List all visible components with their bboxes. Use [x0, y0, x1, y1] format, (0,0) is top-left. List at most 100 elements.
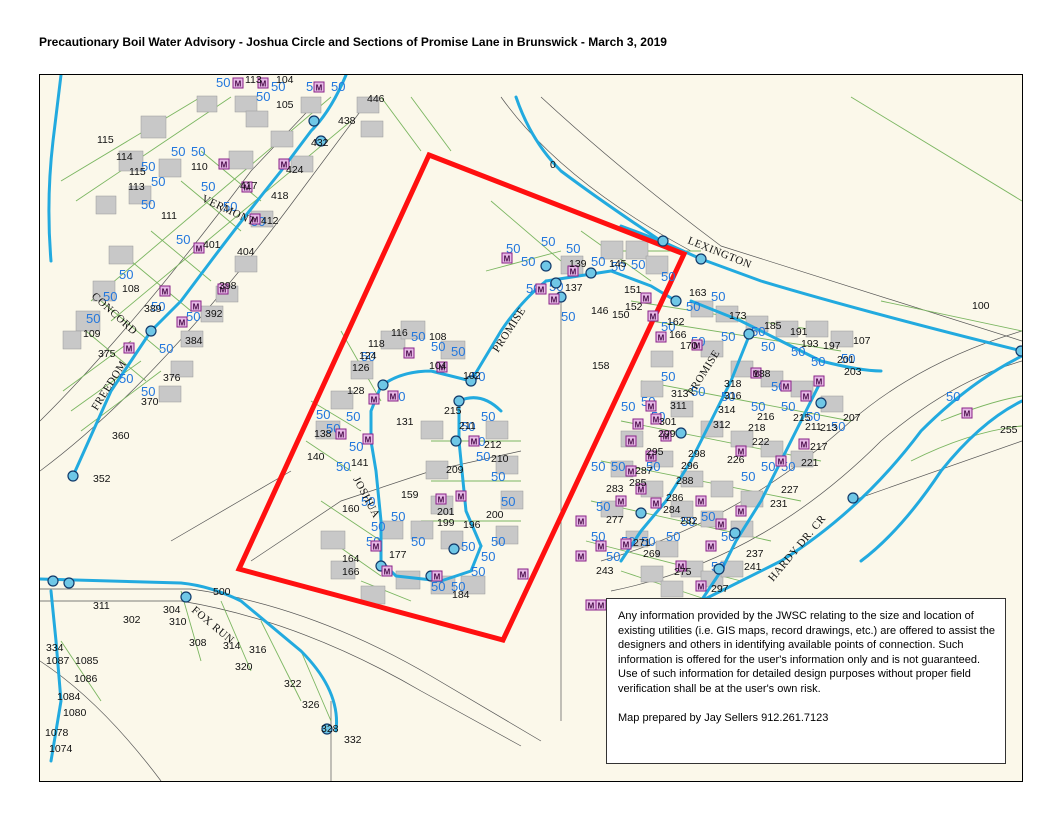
parcel-number: 320	[235, 661, 253, 673]
parcel-number: 124	[359, 350, 377, 362]
meter-icon: M	[362, 433, 374, 445]
pipe-size-label: 50	[191, 144, 205, 159]
building	[140, 115, 167, 139]
parcel-number: 352	[93, 473, 111, 485]
svg-text:M: M	[635, 421, 642, 430]
parcel-number: 1080	[63, 707, 87, 719]
pipe-size-label: 50	[761, 339, 775, 354]
pipe-size-label: 50	[811, 354, 825, 369]
svg-text:M: M	[658, 334, 665, 343]
pipe-size-label: 50	[119, 267, 133, 282]
meter-icon: M	[517, 568, 529, 580]
building	[300, 96, 322, 114]
meter-icon: M	[585, 599, 597, 611]
parcel-number: 231	[770, 498, 788, 510]
meter-icon: M	[645, 400, 657, 412]
pipe-size-label: 50	[176, 232, 190, 247]
parcel-number: 438	[338, 115, 356, 127]
meter-icon: M	[535, 283, 547, 295]
svg-text:M: M	[338, 431, 345, 440]
svg-text:M: M	[816, 378, 823, 387]
parcel-number: 295	[646, 446, 664, 458]
pipe-size-label: 50	[476, 449, 490, 464]
meter-icon: M	[813, 375, 825, 387]
meter-icon: M	[123, 342, 135, 354]
svg-text:M: M	[390, 393, 397, 402]
pipe-size-label: 50	[141, 197, 155, 212]
building	[360, 120, 384, 138]
building	[196, 95, 218, 113]
parcel-number: 102	[463, 370, 481, 382]
svg-text:M: M	[434, 573, 441, 582]
pipe-size-label: 50	[631, 257, 645, 272]
parcel-number: 115	[129, 166, 146, 178]
building	[805, 320, 829, 338]
pipe-size-label: 50	[541, 234, 555, 249]
valve-icon	[743, 328, 755, 340]
building	[710, 480, 734, 498]
svg-text:M: M	[628, 438, 635, 447]
svg-text:M: M	[598, 602, 605, 611]
building	[234, 95, 258, 113]
meter-icon: M	[735, 505, 747, 517]
svg-text:M: M	[738, 508, 745, 517]
parcel-number: 299	[658, 428, 676, 440]
parcel-number: 283	[606, 483, 624, 495]
parcel-number: 286	[666, 492, 684, 504]
parcel-number: 255	[1000, 424, 1018, 436]
parcel-number: 285	[629, 477, 647, 489]
meter-icon: M	[647, 310, 659, 322]
parcel-number: 221	[801, 457, 819, 469]
meter-icon: M	[381, 565, 393, 577]
meter-icon: M	[575, 515, 587, 527]
pipe-size-label: 50	[666, 529, 680, 544]
parcel-number: 114	[116, 151, 133, 163]
meter-icon: M	[190, 300, 202, 312]
parcel-number: 288	[676, 475, 694, 487]
parcel-number: 196	[463, 519, 481, 531]
parcel-number: 237	[746, 548, 764, 560]
valve-icon	[47, 575, 59, 587]
meter-icon: M	[800, 390, 812, 402]
parcel-number: 211	[459, 420, 476, 432]
svg-text:M: M	[406, 350, 413, 359]
valve-icon	[635, 507, 647, 519]
svg-text:M: M	[471, 438, 478, 447]
parcel-number: 140	[307, 451, 325, 463]
parcel-number: 322	[284, 678, 302, 690]
pipe-size-label: 50	[316, 407, 330, 422]
parcel-number: 212	[484, 439, 502, 451]
pipe-size-label: 50	[391, 509, 405, 524]
parcel-number: 108	[122, 283, 140, 295]
parcel-number: 316	[724, 390, 742, 402]
parcel-number: 193	[801, 338, 819, 350]
parcel-number: 404	[237, 246, 255, 258]
parcel-number: 418	[271, 190, 289, 202]
parcel-number: 113	[245, 75, 262, 86]
meter-icon: M	[370, 540, 382, 552]
parcel-number: 301	[659, 416, 677, 428]
parcel-number: 287	[635, 465, 653, 477]
meter-icon: M	[961, 407, 973, 419]
meter-icon: M	[218, 158, 230, 170]
meter-icon: M	[431, 570, 443, 582]
valve-icon	[695, 253, 707, 265]
pipe-size-label: 50	[686, 299, 700, 314]
parcel-number: 177	[389, 549, 407, 561]
parcel-number: 376	[163, 372, 181, 384]
parcel-number: 207	[843, 412, 861, 424]
building	[158, 385, 182, 403]
meter-icon: M	[625, 435, 637, 447]
meter-icon: M	[387, 390, 399, 402]
parcel-number: 146	[591, 305, 609, 317]
parcel-number: 1087	[46, 655, 70, 667]
svg-text:M: M	[643, 295, 650, 304]
meter-icon: M	[650, 497, 662, 509]
parcel-number: 209	[446, 464, 464, 476]
parcel-number: 151	[624, 284, 642, 296]
pipe-size-label: 50	[591, 459, 605, 474]
parcel-number: 269	[643, 548, 661, 560]
parcel-number: 138	[314, 428, 332, 440]
svg-text:M: M	[698, 498, 705, 507]
parcel-number: 107	[853, 335, 871, 347]
